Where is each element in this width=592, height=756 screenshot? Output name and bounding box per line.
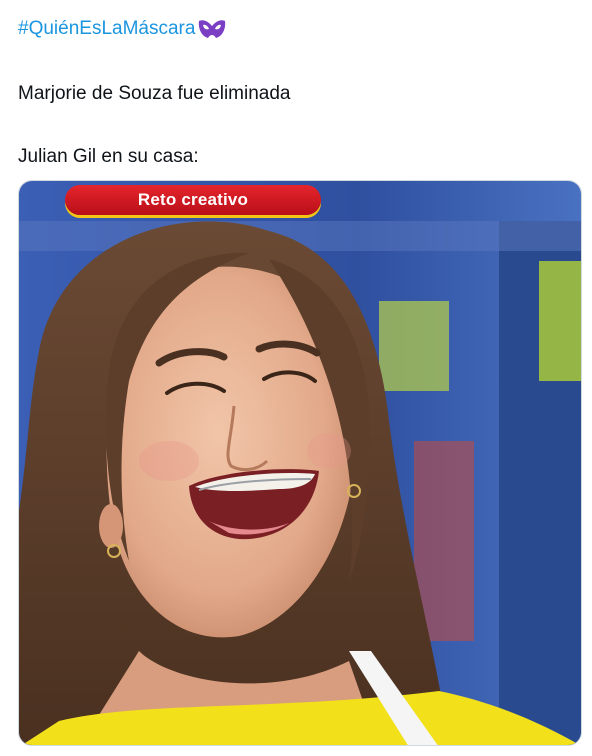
tweet-line-elimination: Marjorie de Souza fue eliminada — [18, 83, 291, 104]
hashtag-line: #QuiénEsLaMáscara — [18, 12, 578, 46]
mask-emoji-icon — [197, 18, 227, 40]
reto-creativo-banner: Reto creativo — [65, 185, 321, 215]
tweet-line-reaction: Julian Gil en su casa: — [18, 146, 199, 167]
reaction-photo — [19, 181, 581, 745]
tweet-text: #QuiénEsLaMáscara — [18, 12, 578, 46]
tweet-media-image[interactable]: Reto creativo — [18, 180, 582, 746]
hashtag-link[interactable]: #QuiénEsLaMáscara — [18, 17, 195, 41]
